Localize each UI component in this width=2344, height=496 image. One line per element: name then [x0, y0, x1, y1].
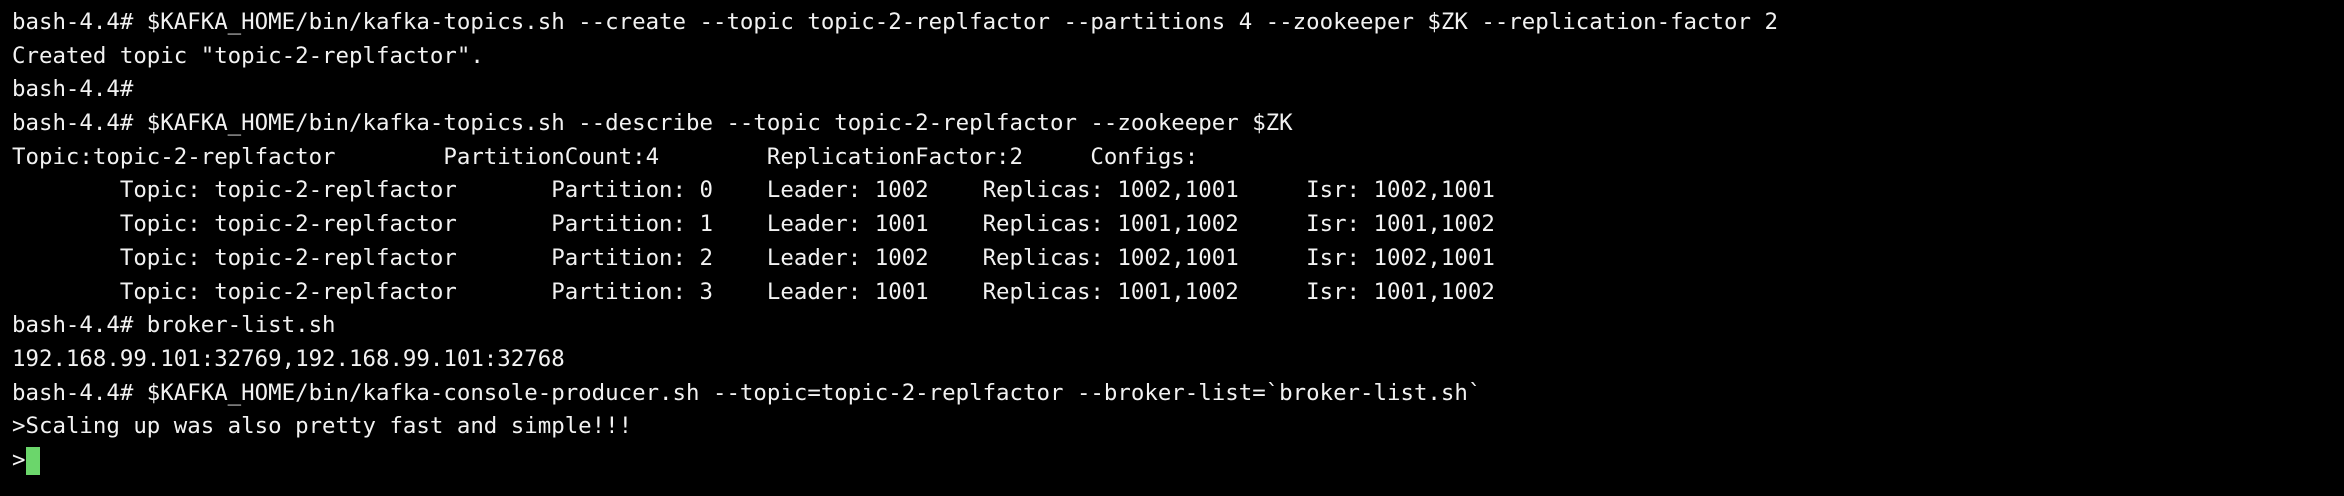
terminal-line: bash-4.4# $KAFKA_HOME/bin/kafka-topics.s…: [12, 110, 1293, 137]
terminal-line: bash-4.4# $KAFKA_HOME/bin/kafka-topics.s…: [12, 9, 1778, 35]
terminal-line: Topic: topic-2-replfactor Partition: 3 L…: [12, 278, 1495, 305]
input-line[interactable]: >: [12, 444, 2332, 478]
terminal-line: >Scaling up was also pretty fast and sim…: [12, 413, 633, 440]
terminal-line: bash-4.4# $KAFKA_HOME/bin/kafka-console-…: [12, 379, 1482, 406]
terminal-line: 192.168.99.101:32769,192.168.99.101:3276…: [12, 345, 565, 372]
text-cursor[interactable]: [26, 446, 41, 475]
terminal-line: Created topic "topic-2-replfactor".: [12, 42, 484, 69]
terminal-line: Topic: topic-2-replfactor Partition: 0 L…: [12, 177, 1495, 204]
terminal-line: Topic: topic-2-replfactor Partition: 2 L…: [12, 244, 1495, 271]
input-prompt: >: [12, 446, 26, 473]
terminal-window[interactable]: bash-4.4# $KAFKA_HOME/bin/kafka-topics.s…: [0, 0, 2344, 496]
terminal-line: bash-4.4# broker-list.sh: [12, 312, 336, 339]
terminal-line: bash-4.4#: [12, 76, 134, 103]
terminal-line: Topic: topic-2-replfactor Partition: 1 L…: [12, 211, 1495, 238]
terminal-line: Topic:topic-2-replfactor PartitionCount:…: [12, 143, 1199, 170]
